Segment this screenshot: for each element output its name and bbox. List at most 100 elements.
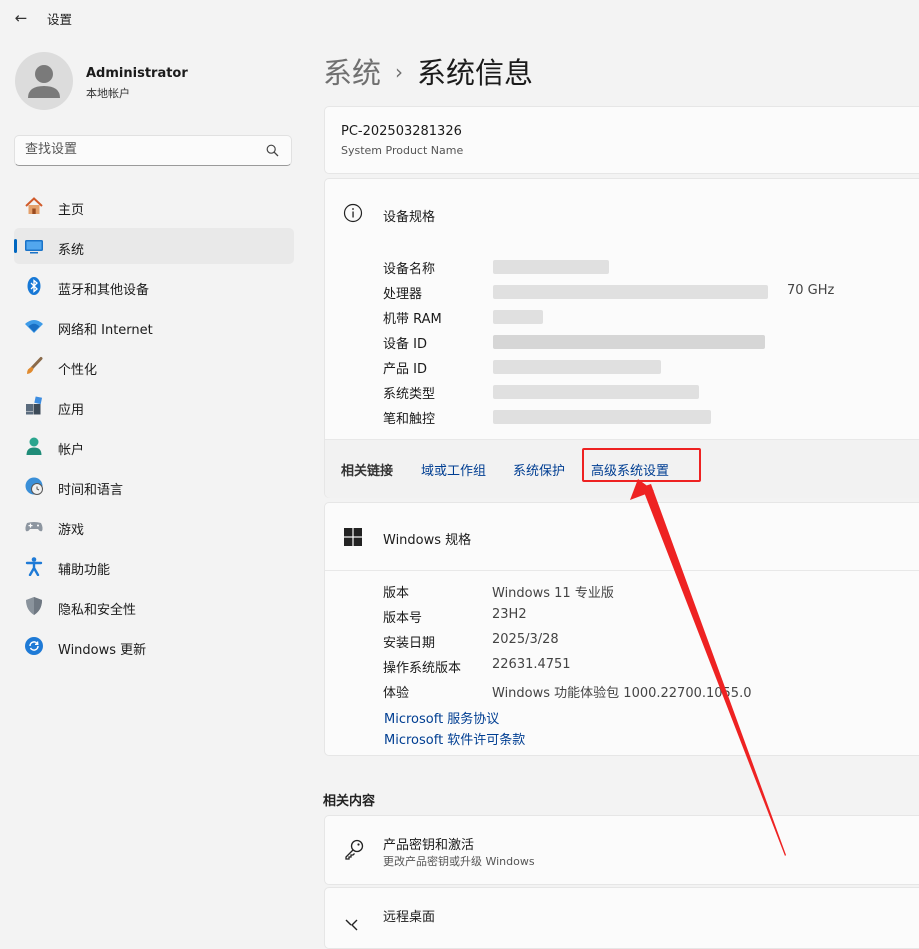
- redacted-block: [493, 310, 543, 324]
- divider: [325, 570, 919, 571]
- spec-label: 产品 ID: [383, 362, 427, 377]
- active-indicator: [14, 239, 17, 253]
- pc-name-card[interactable]: PC-202503281326 System Product Name: [324, 106, 919, 174]
- gamepad-icon: [25, 522, 43, 532]
- app-title: 设置: [47, 12, 73, 27]
- sidebar-item-home[interactable]: 主页: [14, 188, 294, 224]
- redacted-block: [493, 260, 609, 274]
- related-links-bar: 相关链接 域或工作组 系统保护 高级系统设置: [325, 439, 919, 498]
- remote-desktop-card[interactable]: 远程桌面: [324, 887, 919, 949]
- spec-label: 设备 ID: [383, 337, 427, 352]
- sidebar-item-windows-update[interactable]: Windows 更新: [14, 628, 294, 664]
- microsoft-services-agreement-link[interactable]: Microsoft 服务协议: [384, 708, 499, 727]
- sidebar-item-label: 时间和语言: [58, 483, 124, 498]
- spec-value: Windows 功能体验包 1000.22700.1055.0: [492, 686, 752, 701]
- back-arrow-icon[interactable]: ←: [10, 8, 32, 28]
- spec-label: 版本号: [383, 611, 423, 626]
- apps-icon: [26, 396, 43, 415]
- spec-label: 设备名称: [383, 262, 436, 277]
- redacted-block: [493, 335, 765, 349]
- avatar[interactable]: [15, 52, 73, 110]
- sidebar-item-label: 游戏: [58, 523, 85, 538]
- breadcrumb: 系统 › 系统信息: [323, 50, 533, 92]
- spec-label: 版本: [383, 586, 410, 601]
- update-icon: [25, 637, 43, 655]
- brush-icon: [27, 357, 43, 374]
- sidebar-item-accessibility[interactable]: 辅助功能: [14, 548, 294, 584]
- sidebar-item-personalization[interactable]: 个性化: [14, 348, 294, 384]
- pc-name: PC-202503281326: [341, 124, 462, 139]
- info-icon: [343, 203, 363, 223]
- spec-value: 22631.4751: [492, 657, 571, 672]
- account-type: 本地帐户: [86, 87, 130, 100]
- breadcrumb-parent[interactable]: 系统: [323, 56, 381, 90]
- sidebar-item-accounts[interactable]: 帐户: [14, 428, 294, 464]
- user-silhouette-icon: [28, 65, 60, 98]
- spec-value: 2025/3/28: [492, 632, 559, 647]
- spec-label: 操作系统版本: [383, 661, 462, 676]
- redacted-block: [493, 410, 711, 424]
- search-box[interactable]: [14, 135, 292, 166]
- title-bar: ← 设置: [0, 0, 919, 36]
- sidebar-item-gaming[interactable]: 游戏: [14, 508, 294, 544]
- sidebar-item-bluetooth[interactable]: 蓝牙和其他设备: [14, 268, 294, 304]
- sidebar-item-label: Windows 更新: [58, 643, 147, 658]
- sidebar-item-label: 帐户: [58, 443, 85, 458]
- sidebar-item-privacy-security[interactable]: 隐私和安全性: [14, 588, 294, 624]
- sidebar-item-label: 个性化: [58, 363, 98, 378]
- device-specs-card: 设备规格 设备名称 处理器 70 GHz 机带 RAM 设备 ID 产品 ID …: [324, 178, 919, 498]
- sidebar-item-label: 系统: [58, 243, 85, 258]
- bluetooth-icon: [27, 277, 41, 295]
- system-icon: [25, 240, 43, 254]
- accessibility-icon: [25, 557, 43, 576]
- sidebar-item-system[interactable]: 系统: [14, 228, 294, 264]
- wifi-icon: [25, 320, 43, 333]
- account-icon: [26, 437, 42, 455]
- redacted-block: [493, 285, 768, 299]
- spec-label: 机带 RAM: [383, 312, 442, 327]
- product-key-card[interactable]: 产品密钥和激活 更改产品密钥或升级 Windows: [324, 815, 919, 885]
- spec-value: 70 GHz: [787, 283, 835, 298]
- key-icon: [345, 839, 364, 860]
- breadcrumb-separator: ›: [395, 60, 404, 84]
- remote-desktop-title: 远程桌面: [383, 910, 436, 925]
- sidebar-item-network[interactable]: 网络和 Internet: [14, 308, 294, 344]
- spec-label: 系统类型: [383, 387, 436, 402]
- related-content-title: 相关内容: [323, 794, 376, 809]
- sidebar-item-label: 隐私和安全性: [58, 603, 137, 618]
- windows-specs-title: Windows 规格: [383, 533, 472, 548]
- sidebar-item-time-language[interactable]: 时间和语言: [14, 468, 294, 504]
- microsoft-license-terms-link[interactable]: Microsoft 软件许可条款: [384, 729, 525, 748]
- product-name: System Product Name: [341, 144, 464, 157]
- spec-value: 23H2: [492, 607, 527, 622]
- sidebar-item-apps[interactable]: 应用: [14, 388, 294, 424]
- page-title: 系统信息: [417, 56, 534, 90]
- sidebar-item-label: 辅助功能: [58, 563, 111, 578]
- search-input[interactable]: [25, 142, 265, 157]
- redacted-block: [493, 360, 661, 374]
- annotation-highlight-box: [582, 448, 701, 482]
- remote-desktop-icon: [345, 919, 358, 931]
- sidebar-item-label: 应用: [58, 403, 85, 418]
- sidebar-item-label: 蓝牙和其他设备: [58, 283, 150, 298]
- redacted-block: [493, 385, 699, 399]
- spec-label: 安装日期: [383, 636, 436, 651]
- search-icon[interactable]: [266, 144, 279, 157]
- spec-label: 体验: [383, 686, 410, 701]
- product-key-subtitle: 更改产品密钥或升级 Windows: [383, 855, 535, 868]
- spec-label: 处理器: [383, 287, 423, 302]
- system-protection-link[interactable]: 系统保护: [513, 460, 565, 479]
- spec-value: Windows 11 专业版: [492, 586, 614, 601]
- windows-logo-icon: [344, 528, 362, 546]
- spec-label: 笔和触控: [383, 412, 436, 427]
- sidebar-item-label: 主页: [58, 203, 85, 218]
- related-links-label: 相关链接: [341, 464, 394, 479]
- sidebar-item-label: 网络和 Internet: [58, 323, 153, 338]
- time-language-icon: [25, 477, 43, 495]
- windows-specs-card: Windows 规格 版本 Windows 11 专业版 版本号 23H2 安装…: [324, 502, 919, 756]
- domain-workgroup-link[interactable]: 域或工作组: [421, 460, 486, 479]
- product-key-title: 产品密钥和激活: [383, 838, 475, 853]
- shield-icon: [26, 597, 42, 615]
- user-name: Administrator: [86, 66, 188, 81]
- home-icon: [25, 197, 43, 214]
